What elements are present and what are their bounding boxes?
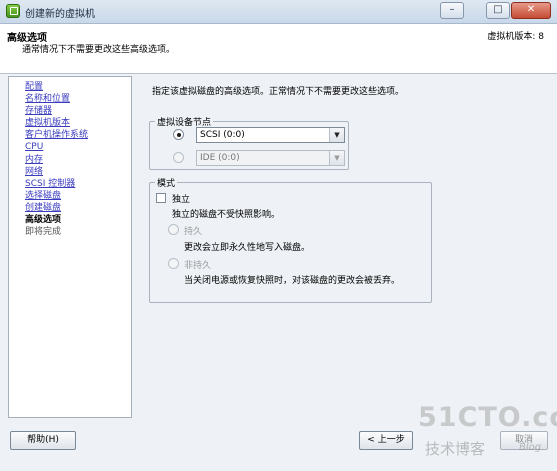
ide-radio[interactable] — [173, 152, 184, 163]
nav-item-configuration[interactable]: 配置 — [25, 81, 131, 93]
maximize-icon[interactable]: □ — [486, 2, 510, 19]
nav-item-name-location[interactable]: 名称和位置 — [25, 93, 131, 105]
persistent-description: 更改会立即永久性地写入磁盘。 — [184, 243, 311, 253]
nav-item-network[interactable]: 网络 — [25, 166, 131, 178]
persistent-radio[interactable] — [168, 224, 179, 235]
watermark-blog: Blog — [519, 442, 542, 453]
nav-item-storage[interactable]: 存储器 — [25, 105, 131, 117]
wizard-window: 创建新的虚拟机 – □ ✕ 高级选项 通常情况下不需要更改这些高级选项。 虚拟机… — [0, 0, 557, 471]
nav-item-select-disk[interactable]: 选择磁盘 — [25, 190, 131, 202]
back-button[interactable]: < 上一步 — [359, 431, 413, 450]
main-panel: 指定该虚拟磁盘的高级选项。正常情况下不需要更改这些选项。 虚拟设备节点 SCSI… — [138, 76, 548, 418]
mode-legend: 模式 — [155, 176, 178, 189]
scsi-node-value: SCSI (0:0) — [200, 130, 245, 140]
scsi-node-select[interactable]: SCSI (0:0) ▼ — [196, 127, 345, 143]
nonpersistent-label[interactable]: 非持久 — [184, 258, 211, 271]
minimize-icon[interactable]: – — [440, 2, 464, 19]
window-title: 创建新的虚拟机 — [25, 9, 95, 20]
persistent-label[interactable]: 持久 — [184, 224, 202, 237]
vm-version-label: 虚拟机版本: 8 — [487, 32, 544, 42]
chevron-down-icon: ▼ — [329, 128, 344, 142]
intro-text: 指定该虚拟磁盘的高级选项。正常情况下不需要更改这些选项。 — [152, 87, 405, 97]
mode-group: 模式 独立 独立的磁盘不受快照影响。 持久 更改会立即永久性地写入磁盘。 非持久… — [149, 176, 432, 303]
nav-item-guest-os[interactable]: 客户机操作系统 — [25, 129, 131, 141]
nonpersistent-description: 当关闭电源或恢复快照时，对该磁盘的更改会被丢弃。 — [184, 276, 401, 286]
close-icon[interactable]: ✕ — [511, 2, 551, 19]
independent-label[interactable]: 独立 — [172, 192, 190, 205]
independent-description: 独立的磁盘不受快照影响。 — [172, 210, 281, 220]
page-subtitle: 通常情况下不需要更改这些高级选项。 — [22, 45, 176, 55]
device-node-group: 虚拟设备节点 SCSI (0:0) ▼ IDE (0:0) ▼ — [149, 115, 349, 170]
independent-checkbox[interactable] — [156, 193, 166, 203]
wizard-header: 高级选项 通常情况下不需要更改这些高级选项。 虚拟机版本: 8 — [0, 24, 557, 74]
nav-item-cpu[interactable]: CPU — [25, 141, 131, 153]
nav-item-advanced-options: 高级选项 — [25, 215, 62, 226]
help-button[interactable]: 帮助(H) — [10, 431, 76, 450]
nav-item-scsi-controller[interactable]: SCSI 控制器 — [25, 178, 131, 190]
nav-item-memory[interactable]: 内存 — [25, 154, 131, 166]
nav-item-vm-version[interactable]: 虚拟机版本 — [25, 117, 131, 129]
nav-item-create-disk[interactable]: 创建磁盘 — [25, 202, 131, 214]
nonpersistent-radio[interactable] — [168, 258, 179, 269]
watermark-site: 51CTO.com — [418, 402, 557, 433]
ide-node-value: IDE (0:0) — [200, 153, 240, 163]
vmware-app-icon — [6, 4, 20, 18]
nav-item-ready-to-complete: 即将完成 — [25, 227, 62, 238]
ide-node-select[interactable]: IDE (0:0) ▼ — [196, 150, 345, 166]
title-bar: 创建新的虚拟机 – □ ✕ — [0, 0, 557, 24]
chevron-down-icon: ▼ — [329, 151, 344, 165]
wizard-steps-nav: 配置 名称和位置 存储器 虚拟机版本 客户机操作系统 CPU 内存 网络 SCS… — [8, 76, 132, 418]
watermark-tagline: 技术博客 — [425, 440, 486, 458]
scsi-radio[interactable] — [173, 129, 184, 140]
